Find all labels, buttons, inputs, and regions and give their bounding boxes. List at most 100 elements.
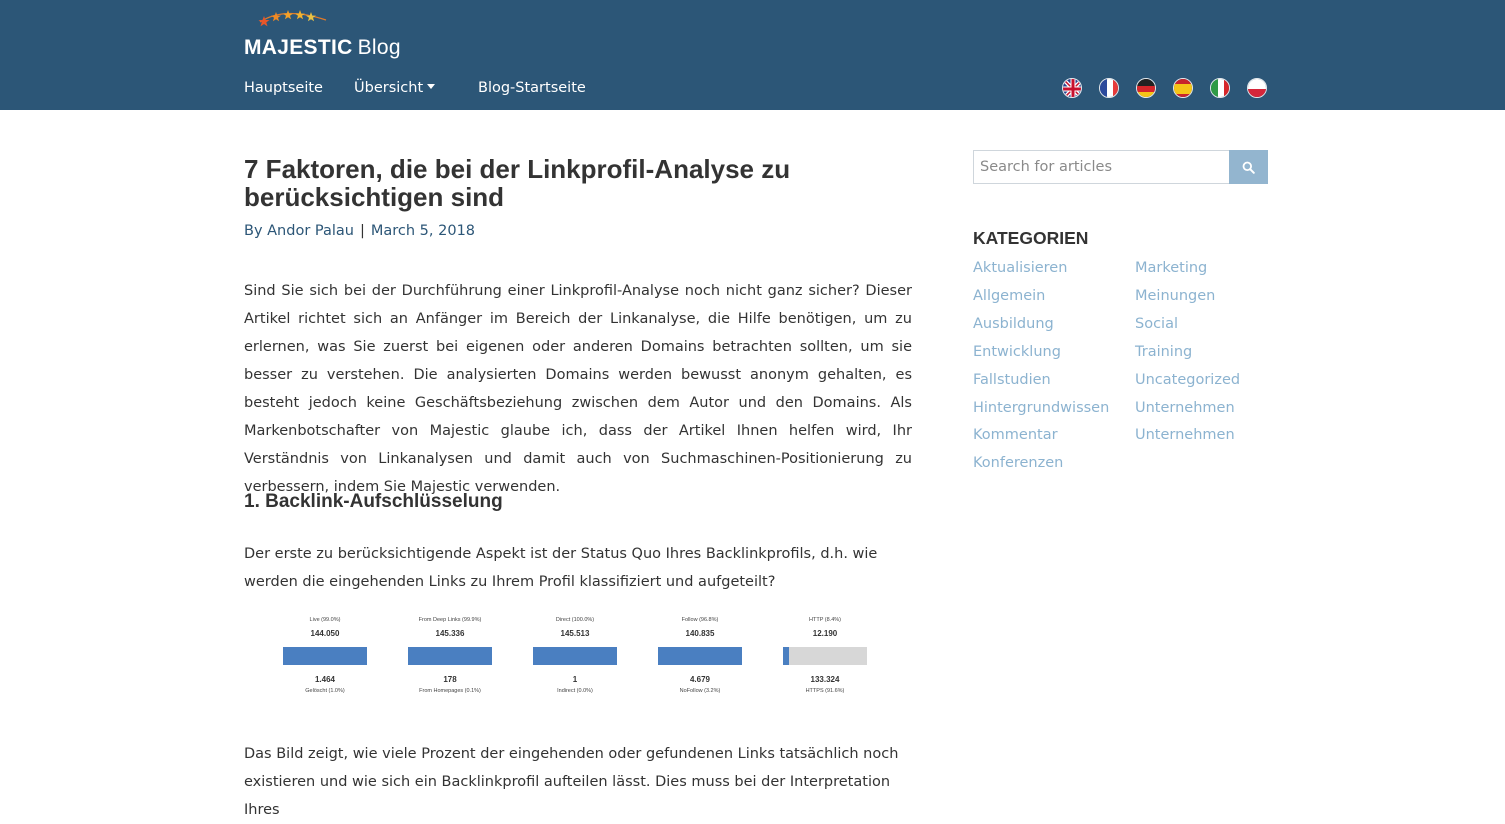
stat-bar — [658, 647, 742, 665]
stat-bottom-value: 133.324 — [810, 675, 840, 684]
stat-bar-segment — [700, 647, 706, 665]
section-heading: 1. Backlink-Aufschlüsselung — [244, 491, 503, 512]
nav-uebersicht-label: Übersicht — [354, 80, 424, 96]
german-flag-icon[interactable] — [1136, 78, 1156, 98]
stat-bar-segment — [432, 647, 438, 665]
stat-bottom-label: From Homepages (0.1%) — [419, 688, 481, 694]
backlink-stat: Follow (96.8%) 140.835 4.679 NoFollow (3.2%… — [657, 617, 743, 694]
stat-bar-segment — [361, 647, 367, 665]
stat-top-label: Live (99.0%) — [309, 617, 341, 623]
stat-bar-segment — [825, 647, 831, 665]
stat-bar-segment — [462, 647, 468, 665]
search-box — [973, 150, 1268, 184]
stat-bar-segment — [569, 647, 575, 665]
stat-bar-segment — [414, 647, 420, 665]
stat-bar-segment — [849, 647, 855, 665]
category-link[interactable]: Unternehmen — [1135, 427, 1235, 443]
stat-bar-segment — [664, 647, 670, 665]
caret-down-icon — [427, 84, 436, 89]
stat-bar-segment — [688, 647, 694, 665]
category-link[interactable]: Fallstudien — [973, 372, 1051, 388]
stat-bar-segment — [319, 647, 325, 665]
stat-bar-segment — [533, 647, 539, 665]
search-input[interactable] — [973, 150, 1229, 184]
category-link[interactable]: Marketing — [1135, 260, 1207, 276]
sidebar: KATEGORIEN Aktualisieren Allgemein Ausbild… — [973, 150, 1268, 471]
stat-bar-segment — [837, 647, 843, 665]
stat-bar-segment — [682, 647, 688, 665]
stat-bar-segment — [706, 647, 712, 665]
category-link[interactable]: Training — [1135, 344, 1192, 360]
stat-bar-segment — [545, 647, 551, 665]
stat-bar-segment — [283, 647, 289, 665]
stat-bar-segment — [807, 647, 813, 665]
stat-bar — [408, 647, 492, 665]
stat-bar-segment — [456, 647, 462, 665]
category-link[interactable]: Uncategorized — [1135, 372, 1240, 388]
italian-flag-icon[interactable] — [1210, 78, 1230, 98]
category-link[interactable]: Hintergrundwissen — [973, 400, 1109, 416]
majestic-blog-logo[interactable]: MAJESTIC Blog — [244, 8, 404, 60]
intro-paragraph: Sind Sie sich bei der Durchführung einer… — [244, 283, 912, 495]
stat-bar-segment — [676, 647, 682, 665]
stat-bar-segment — [855, 647, 861, 665]
stat-top-value: 145.336 — [435, 629, 465, 638]
category-link[interactable]: Konferenzen — [973, 455, 1063, 471]
stat-bar-segment — [313, 647, 319, 665]
stat-bar-segment — [289, 647, 295, 665]
category-link[interactable]: Unternehmen — [1135, 400, 1235, 416]
byline: By Andor Palau | March 5, 2018 — [244, 223, 912, 239]
stat-bottom-value: 178 — [443, 675, 457, 684]
backlink-stat: HTTP (8.4%) 12.190 133.324 HTTPS (91.6%) — [782, 617, 868, 694]
category-link[interactable]: Meinungen — [1135, 288, 1215, 304]
stat-bar-segment — [486, 647, 492, 665]
stat-bar-segment — [599, 647, 605, 665]
logo-brand: MAJESTIC — [244, 36, 353, 59]
stat-top-label: HTTP (8.4%) — [809, 617, 841, 623]
stat-bar — [533, 647, 617, 665]
stat-bar-segment — [605, 647, 611, 665]
category-link[interactable]: Social — [1135, 316, 1178, 332]
stat-bar-segment — [712, 647, 718, 665]
spanish-flag-icon[interactable] — [1173, 78, 1193, 98]
stat-top-value: 144.050 — [310, 629, 340, 638]
category-link[interactable]: Kommentar — [973, 427, 1058, 443]
stat-bar-segment — [557, 647, 563, 665]
stat-bar-segment — [444, 647, 450, 665]
stat-bar-segment — [474, 647, 480, 665]
stat-bar-segment — [658, 647, 664, 665]
nav-hauptseite[interactable]: Hauptseite — [244, 80, 323, 96]
stat-bar-segment — [718, 647, 724, 665]
stat-bar-segment — [325, 647, 331, 665]
stat-bar-segment — [480, 647, 486, 665]
stat-bar-segment — [611, 647, 617, 665]
nav-uebersicht[interactable]: Übersicht — [354, 80, 436, 96]
stat-top-value: 12.190 — [812, 629, 838, 638]
stat-bar-segment — [551, 647, 557, 665]
search-button[interactable] — [1229, 150, 1268, 184]
search-icon — [1242, 161, 1255, 174]
stat-bar-segment — [408, 647, 414, 665]
site-header: MAJESTIC Blog Hauptseite Übersicht Blog-S… — [0, 0, 1505, 110]
category-link[interactable]: Allgemein — [973, 288, 1045, 304]
byline-separator: | — [359, 223, 365, 239]
category-link[interactable]: Aktualisieren — [973, 260, 1067, 276]
stat-bottom-label: HTTPS (91.6%) — [805, 688, 845, 694]
polish-flag-icon[interactable] — [1247, 78, 1267, 98]
category-link[interactable]: Entwicklung — [973, 344, 1061, 360]
stat-bar-segment — [593, 647, 599, 665]
stat-bottom-label: Gelöscht (1.0%) — [305, 688, 345, 694]
stat-bar-segment — [801, 647, 807, 665]
french-flag-icon[interactable] — [1099, 78, 1119, 98]
nav-blog-startseite[interactable]: Blog-Startseite — [478, 80, 586, 96]
category-link[interactable]: Ausbildung — [973, 316, 1054, 332]
article-title: 7 Faktoren, die bei der Linkprofil-Analy… — [244, 154, 791, 212]
author-link[interactable]: By Andor Palau — [244, 223, 354, 239]
stat-bar-segment — [563, 647, 569, 665]
stat-bar-segment — [307, 647, 313, 665]
stat-bar-segment — [819, 647, 825, 665]
stat-bar-segment — [587, 647, 593, 665]
english-flag-icon[interactable] — [1062, 78, 1082, 98]
stat-bar — [283, 647, 367, 665]
stat-bar-segment — [861, 647, 867, 665]
